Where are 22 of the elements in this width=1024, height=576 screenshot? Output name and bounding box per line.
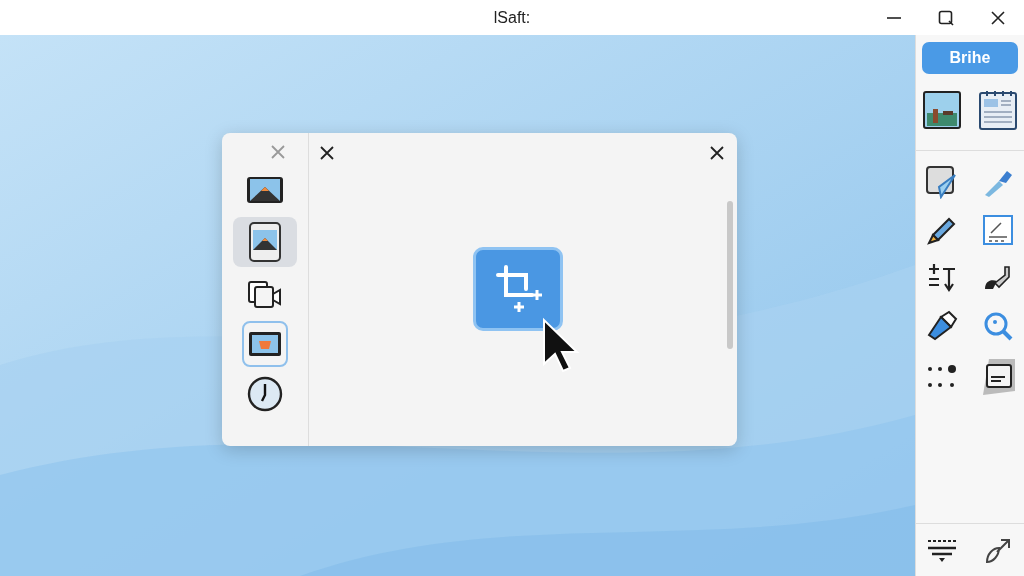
document-icon xyxy=(979,90,1017,130)
maximize-icon xyxy=(937,8,955,27)
pen-icon[interactable] xyxy=(983,536,1013,566)
gallery-icon xyxy=(249,222,281,262)
minimize-icon xyxy=(887,16,901,19)
eraser-icon[interactable] xyxy=(925,309,959,343)
video-icon xyxy=(247,278,283,310)
rail-item[interactable] xyxy=(242,321,288,367)
edit-frame-icon[interactable] xyxy=(925,165,959,199)
primary-button[interactable]: Brihe xyxy=(922,42,1018,74)
photo-icon xyxy=(248,331,282,357)
rail-item[interactable] xyxy=(233,217,297,267)
close-icon xyxy=(989,8,1007,27)
picture-icon xyxy=(923,91,961,129)
crop-button[interactable] xyxy=(473,247,563,331)
scrollbar[interactable] xyxy=(727,201,733,349)
signature-icon[interactable] xyxy=(981,213,1015,247)
window-title: lSaft: xyxy=(493,8,531,27)
cursor-icon xyxy=(541,317,581,373)
filter-icon[interactable] xyxy=(925,538,959,564)
picture-icon xyxy=(246,176,284,204)
clock-icon xyxy=(247,376,283,412)
